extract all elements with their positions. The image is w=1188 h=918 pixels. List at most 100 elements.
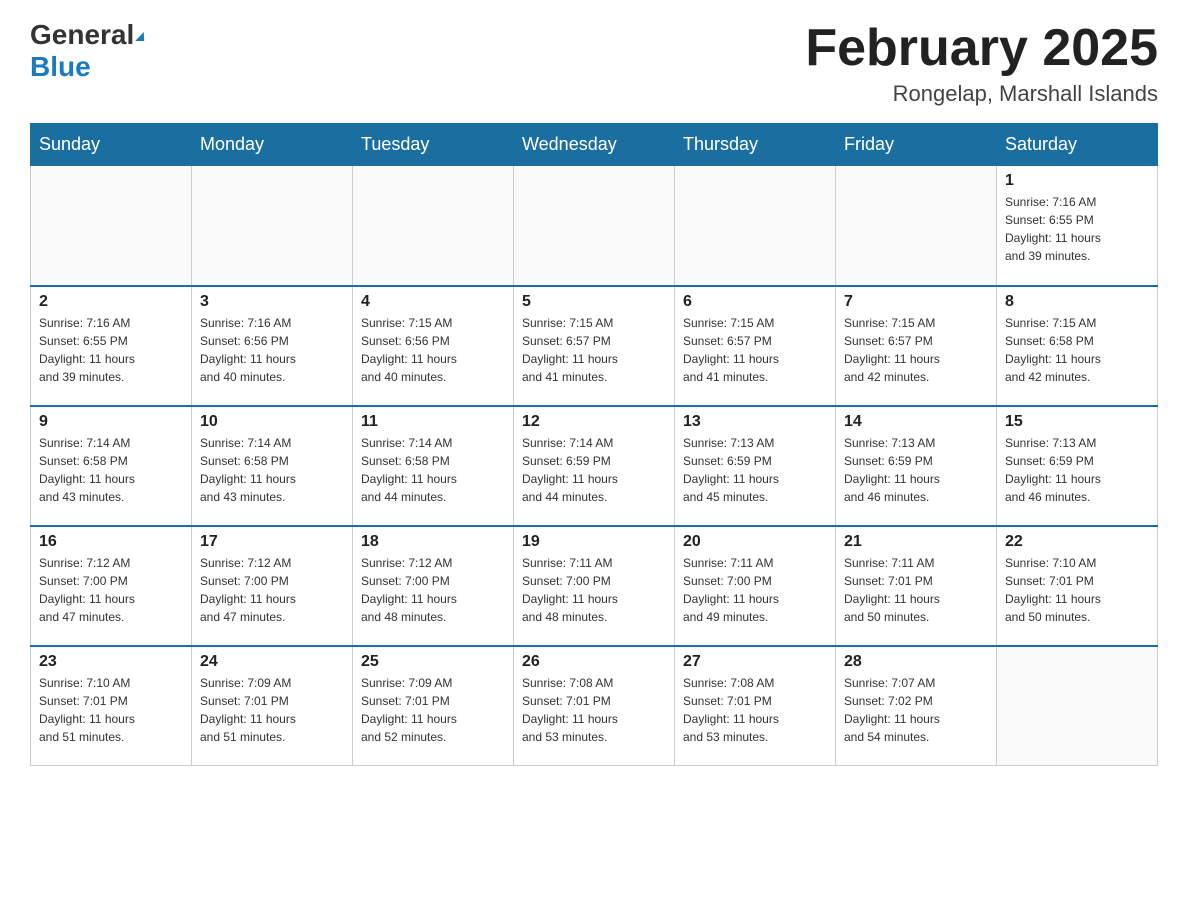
calendar-cell: 16 Sunrise: 7:12 AMSunset: 7:00 PMDayligh… bbox=[31, 526, 192, 646]
day-number: 22 bbox=[1005, 533, 1149, 551]
day-number: 3 bbox=[200, 293, 344, 311]
calendar-cell: 8 Sunrise: 7:15 AMSunset: 6:58 PMDaylight… bbox=[997, 286, 1158, 406]
day-info: Sunrise: 7:11 AMSunset: 7:00 PMDaylight:… bbox=[683, 554, 827, 626]
day-number: 11 bbox=[361, 413, 505, 431]
day-number: 4 bbox=[361, 293, 505, 311]
day-number: 21 bbox=[844, 533, 988, 551]
day-number: 25 bbox=[361, 653, 505, 671]
day-number: 14 bbox=[844, 413, 988, 431]
day-number: 1 bbox=[1005, 172, 1149, 190]
day-info: Sunrise: 7:09 AMSunset: 7:01 PMDaylight:… bbox=[361, 674, 505, 746]
calendar-cell: 14 Sunrise: 7:13 AMSunset: 6:59 PMDayligh… bbox=[836, 406, 997, 526]
day-info: Sunrise: 7:12 AMSunset: 7:00 PMDaylight:… bbox=[200, 554, 344, 626]
day-number: 20 bbox=[683, 533, 827, 551]
calendar-cell: 22 Sunrise: 7:10 AMSunset: 7:01 PMDayligh… bbox=[997, 526, 1158, 646]
calendar-cell: 9Sunrise: 7:14 AMSunset: 6:58 PMDaylight… bbox=[31, 406, 192, 526]
day-info: Sunrise: 7:12 AMSunset: 7:00 PMDaylight:… bbox=[361, 554, 505, 626]
calendar-cell: 20 Sunrise: 7:11 AMSunset: 7:00 PMDayligh… bbox=[675, 526, 836, 646]
day-info: Sunrise: 7:13 AMSunset: 6:59 PMDaylight:… bbox=[844, 434, 988, 506]
calendar-week-row: 1 Sunrise: 7:16 AMSunset: 6:55 PMDaylight… bbox=[31, 166, 1158, 286]
location-title: Rongelap, Marshall Islands bbox=[805, 81, 1158, 107]
day-number: 13 bbox=[683, 413, 827, 431]
day-number: 7 bbox=[844, 293, 988, 311]
day-info: Sunrise: 7:15 AMSunset: 6:58 PMDaylight:… bbox=[1005, 314, 1149, 386]
day-info: Sunrise: 7:08 AMSunset: 7:01 PMDaylight:… bbox=[522, 674, 666, 746]
day-info: Sunrise: 7:13 AMSunset: 6:59 PMDaylight:… bbox=[683, 434, 827, 506]
weekday-header-monday: Monday bbox=[192, 124, 353, 166]
day-info: Sunrise: 7:14 AMSunset: 6:58 PMDaylight:… bbox=[39, 434, 183, 506]
day-number: 24 bbox=[200, 653, 344, 671]
calendar-cell bbox=[675, 166, 836, 286]
calendar-cell: 4 Sunrise: 7:15 AMSunset: 6:56 PMDaylight… bbox=[353, 286, 514, 406]
day-number: 23 bbox=[39, 653, 183, 671]
calendar-week-row: 9Sunrise: 7:14 AMSunset: 6:58 PMDaylight… bbox=[31, 406, 1158, 526]
calendar-cell bbox=[192, 166, 353, 286]
day-number: 28 bbox=[844, 653, 988, 671]
logo-blue-text: Blue bbox=[30, 51, 91, 83]
day-info: Sunrise: 7:10 AMSunset: 7:01 PMDaylight:… bbox=[1005, 554, 1149, 626]
day-number: 6 bbox=[683, 293, 827, 311]
calendar-cell: 23 Sunrise: 7:10 AMSunset: 7:01 PMDayligh… bbox=[31, 646, 192, 766]
calendar-cell: 21 Sunrise: 7:11 AMSunset: 7:01 PMDayligh… bbox=[836, 526, 997, 646]
calendar-cell: 2 Sunrise: 7:16 AMSunset: 6:55 PMDaylight… bbox=[31, 286, 192, 406]
calendar-cell: 28Sunrise: 7:07 AMSunset: 7:02 PMDayligh… bbox=[836, 646, 997, 766]
day-info: Sunrise: 7:14 AMSunset: 6:58 PMDaylight:… bbox=[200, 434, 344, 506]
day-number: 5 bbox=[522, 293, 666, 311]
calendar-week-row: 2 Sunrise: 7:16 AMSunset: 6:55 PMDaylight… bbox=[31, 286, 1158, 406]
calendar-cell bbox=[997, 646, 1158, 766]
calendar-table: SundayMondayTuesdayWednesdayThursdayFrid… bbox=[30, 123, 1158, 766]
weekday-header-friday: Friday bbox=[836, 124, 997, 166]
day-info: Sunrise: 7:15 AMSunset: 6:57 PMDaylight:… bbox=[683, 314, 827, 386]
day-info: Sunrise: 7:12 AMSunset: 7:00 PMDaylight:… bbox=[39, 554, 183, 626]
day-number: 18 bbox=[361, 533, 505, 551]
calendar-cell: 3 Sunrise: 7:16 AMSunset: 6:56 PMDaylight… bbox=[192, 286, 353, 406]
day-number: 19 bbox=[522, 533, 666, 551]
calendar-cell: 26 Sunrise: 7:08 AMSunset: 7:01 PMDayligh… bbox=[514, 646, 675, 766]
logo: General Blue bbox=[30, 20, 145, 83]
calendar-cell: 1 Sunrise: 7:16 AMSunset: 6:55 PMDaylight… bbox=[997, 166, 1158, 286]
logo-general-text: General bbox=[30, 20, 145, 51]
calendar-cell: 6 Sunrise: 7:15 AMSunset: 6:57 PMDaylight… bbox=[675, 286, 836, 406]
calendar-cell bbox=[353, 166, 514, 286]
day-info: Sunrise: 7:09 AMSunset: 7:01 PMDaylight:… bbox=[200, 674, 344, 746]
calendar-cell: 15 Sunrise: 7:13 AMSunset: 6:59 PMDayligh… bbox=[997, 406, 1158, 526]
calendar-week-row: 16 Sunrise: 7:12 AMSunset: 7:00 PMDayligh… bbox=[31, 526, 1158, 646]
day-info: Sunrise: 7:11 AMSunset: 7:01 PMDaylight:… bbox=[844, 554, 988, 626]
calendar-cell: 18 Sunrise: 7:12 AMSunset: 7:00 PMDayligh… bbox=[353, 526, 514, 646]
day-info: Sunrise: 7:15 AMSunset: 6:57 PMDaylight:… bbox=[844, 314, 988, 386]
day-number: 2 bbox=[39, 293, 183, 311]
day-info: Sunrise: 7:14 AMSunset: 6:58 PMDaylight:… bbox=[361, 434, 505, 506]
calendar-cell: 25 Sunrise: 7:09 AMSunset: 7:01 PMDayligh… bbox=[353, 646, 514, 766]
calendar-cell bbox=[514, 166, 675, 286]
calendar-cell: 7 Sunrise: 7:15 AMSunset: 6:57 PMDaylight… bbox=[836, 286, 997, 406]
calendar-cell: 13 Sunrise: 7:13 AMSunset: 6:59 PMDayligh… bbox=[675, 406, 836, 526]
day-info: Sunrise: 7:16 AMSunset: 6:55 PMDaylight:… bbox=[1005, 193, 1149, 265]
day-info: Sunrise: 7:08 AMSunset: 7:01 PMDaylight:… bbox=[683, 674, 827, 746]
weekday-header-thursday: Thursday bbox=[675, 124, 836, 166]
day-number: 15 bbox=[1005, 413, 1149, 431]
day-info: Sunrise: 7:16 AMSunset: 6:56 PMDaylight:… bbox=[200, 314, 344, 386]
day-info: Sunrise: 7:15 AMSunset: 6:56 PMDaylight:… bbox=[361, 314, 505, 386]
month-title: February 2025 bbox=[805, 20, 1158, 77]
calendar-cell: 24 Sunrise: 7:09 AMSunset: 7:01 PMDayligh… bbox=[192, 646, 353, 766]
calendar-week-row: 23 Sunrise: 7:10 AMSunset: 7:01 PMDayligh… bbox=[31, 646, 1158, 766]
calendar-cell: 5Sunrise: 7:15 AMSunset: 6:57 PMDaylight… bbox=[514, 286, 675, 406]
calendar-cell: 10Sunrise: 7:14 AMSunset: 6:58 PMDayligh… bbox=[192, 406, 353, 526]
day-info: Sunrise: 7:10 AMSunset: 7:01 PMDaylight:… bbox=[39, 674, 183, 746]
day-number: 8 bbox=[1005, 293, 1149, 311]
day-number: 26 bbox=[522, 653, 666, 671]
weekday-header-sunday: Sunday bbox=[31, 124, 192, 166]
weekday-header-wednesday: Wednesday bbox=[514, 124, 675, 166]
calendar-cell bbox=[31, 166, 192, 286]
day-number: 16 bbox=[39, 533, 183, 551]
calendar-cell: 12 Sunrise: 7:14 AMSunset: 6:59 PMDayligh… bbox=[514, 406, 675, 526]
day-info: Sunrise: 7:14 AMSunset: 6:59 PMDaylight:… bbox=[522, 434, 666, 506]
day-number: 27 bbox=[683, 653, 827, 671]
day-number: 12 bbox=[522, 413, 666, 431]
calendar-cell bbox=[836, 166, 997, 286]
calendar-cell: 17Sunrise: 7:12 AMSunset: 7:00 PMDayligh… bbox=[192, 526, 353, 646]
calendar-cell: 27 Sunrise: 7:08 AMSunset: 7:01 PMDayligh… bbox=[675, 646, 836, 766]
day-info: Sunrise: 7:16 AMSunset: 6:55 PMDaylight:… bbox=[39, 314, 183, 386]
day-info: Sunrise: 7:13 AMSunset: 6:59 PMDaylight:… bbox=[1005, 434, 1149, 506]
weekday-header-saturday: Saturday bbox=[997, 124, 1158, 166]
